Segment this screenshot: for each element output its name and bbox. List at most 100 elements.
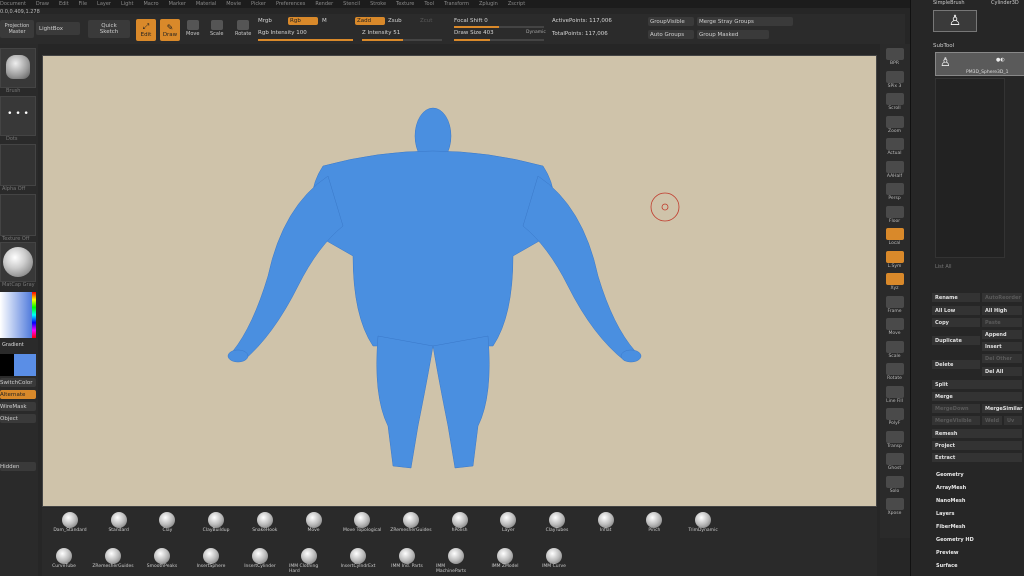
shelf-ghost[interactable]: Ghost <box>883 453 906 471</box>
brush-dam-standard[interactable]: Dam_Standard <box>50 512 90 533</box>
z-intensity-slider[interactable] <box>362 39 442 41</box>
zadd-toggle[interactable]: Zadd <box>355 17 385 25</box>
menu-item-render[interactable]: Render <box>315 1 333 7</box>
gradient-toggle[interactable]: Gradient <box>2 342 24 348</box>
shelf-solo[interactable]: Solo <box>883 475 906 494</box>
section-surface[interactable]: Surface <box>936 563 958 569</box>
brush-insertcylndrext[interactable]: InsertCylndrExt <box>338 548 378 569</box>
group-masked-button[interactable]: Group Masked <box>697 30 769 39</box>
menu-item-file[interactable]: File <box>79 1 87 7</box>
brush-layer[interactable]: Layer <box>488 512 528 533</box>
m-toggle[interactable]: M <box>322 18 327 24</box>
shelf-local[interactable]: Local <box>883 228 906 246</box>
brush-move-topological[interactable]: Move Topological <box>342 512 382 533</box>
menu-item-edit[interactable]: Edit <box>59 1 69 7</box>
dynamic-toggle[interactable]: Dynamic <box>526 30 546 35</box>
main-color-swatch[interactable] <box>0 354 14 376</box>
object-button[interactable]: Object <box>0 414 36 423</box>
zsub-toggle[interactable]: Zsub <box>388 18 402 24</box>
menu-item-layer[interactable]: Layer <box>97 1 111 7</box>
menu-item-transform[interactable]: Transform <box>444 1 469 7</box>
brush-smoothpeaks[interactable]: SmoothPeaks <box>142 548 182 569</box>
wiremask-button[interactable]: WireMask <box>0 402 36 411</box>
merge-similar-button[interactable]: MergeSimilar <box>982 404 1023 413</box>
shelf-polyf[interactable]: PolyF <box>883 408 906 426</box>
simple-brush-tool[interactable]: SimpleBrush <box>933 0 965 6</box>
merge-stray-groups-button[interactable]: Merge Stray Groups <box>697 17 793 26</box>
alpha-slot[interactable] <box>0 144 36 186</box>
shelf-l-sym[interactable]: L.Sym <box>883 250 906 269</box>
stroke-slot[interactable]: • • • <box>0 96 36 136</box>
brush-pinch[interactable]: Pinch <box>634 512 674 533</box>
projection-master-button[interactable]: Projection Master <box>0 20 34 38</box>
switch-color-button[interactable]: SwitchColor <box>0 378 36 387</box>
visibility-icon[interactable]: ●◐ <box>996 57 1005 63</box>
merge-visible-button[interactable]: MergeVisible <box>932 416 980 425</box>
rotate-button[interactable]: Rotate <box>235 20 251 37</box>
paste-button[interactable]: Paste <box>982 318 1022 327</box>
del-other-button[interactable]: Del Other <box>982 354 1022 363</box>
brush-move[interactable]: Move <box>294 512 334 533</box>
shelf-floor[interactable]: Floor <box>883 205 906 224</box>
menu-item-texture[interactable]: Texture <box>396 1 414 7</box>
viewport-canvas[interactable] <box>42 55 877 507</box>
section-arraymesh[interactable]: ArrayMesh <box>936 485 966 491</box>
all-low-button[interactable]: All Low <box>932 306 980 315</box>
shelf-rotate[interactable]: Rotate <box>883 363 906 381</box>
move-button[interactable]: Move <box>186 20 199 37</box>
brush-imm-curve[interactable]: IMM Curve <box>534 548 574 569</box>
alternate-button[interactable]: Alternate <box>0 390 36 399</box>
brush-imm-ind-parts[interactable]: IMM Ind. Parts <box>387 548 427 569</box>
draw-size-slider[interactable] <box>454 39 544 41</box>
shelf-actual[interactable]: Actual <box>883 138 906 156</box>
remesh-button[interactable]: Remesh <box>932 429 1022 438</box>
hue-strip[interactable] <box>32 292 36 338</box>
autoreorder-button[interactable]: AutoReorder <box>982 293 1022 302</box>
section-geometry[interactable]: Geometry <box>936 472 964 478</box>
brush-imm-machineparts[interactable]: IMM MachineParts <box>436 548 476 574</box>
shelf-xyz[interactable]: Xyz <box>883 273 906 291</box>
append-button[interactable]: Append <box>982 330 1022 339</box>
shelf-zoom[interactable]: Zoom <box>883 115 906 134</box>
draw-button[interactable]: ✎ Draw <box>160 19 180 41</box>
focal-shift-slider[interactable] <box>454 26 544 28</box>
section-geometry-hd[interactable]: Geometry HD <box>936 537 974 543</box>
menu-item-movie[interactable]: Movie <box>226 1 241 7</box>
menu-item-light[interactable]: Light <box>121 1 133 7</box>
menu-item-picker[interactable]: Picker <box>251 1 266 7</box>
brush-zremesherguides[interactable]: ZRemesherGuides <box>390 512 432 533</box>
edit-button[interactable]: ⤢ Edit <box>136 19 156 41</box>
shelf-transp[interactable]: Transp <box>883 430 906 449</box>
zcut-toggle[interactable]: Zcut <box>420 18 432 24</box>
section-layers[interactable]: Layers <box>936 511 955 517</box>
rename-button[interactable]: Rename <box>932 293 980 302</box>
section-preview[interactable]: Preview <box>936 550 959 556</box>
hidden-button[interactable]: Hidden <box>0 462 36 471</box>
merge-down-button[interactable]: MergeDown <box>932 404 980 413</box>
brush-imm-zmodel[interactable]: IMM ZModel <box>485 548 525 569</box>
brush-clay[interactable]: Clay <box>147 512 187 533</box>
brush-curvetube[interactable]: CurveTube <box>44 548 84 569</box>
subtool-header[interactable]: SubTool <box>933 43 954 49</box>
shelf-aahalf[interactable]: AAHalf <box>883 160 906 179</box>
color-picker[interactable] <box>0 292 36 338</box>
brush-trimdynamic[interactable]: TrimDynamic <box>683 512 723 533</box>
lightbox-button[interactable]: LightBox <box>36 22 80 35</box>
scale-button[interactable]: Scale <box>210 20 223 37</box>
menu-item-stroke[interactable]: Stroke <box>370 1 386 7</box>
shelf-move[interactable]: Move <box>883 318 906 336</box>
rgb-intensity-slider[interactable] <box>258 39 353 41</box>
menu-item-preferences[interactable]: Preferences <box>276 1 305 7</box>
weld-button[interactable]: Weld <box>982 416 1002 425</box>
copy-button[interactable]: Copy <box>932 318 980 327</box>
brush-inflat[interactable]: Inflat <box>586 512 626 533</box>
shelf-xpose[interactable]: Xpose <box>883 498 906 516</box>
menu-item-stencil[interactable]: Stencil <box>343 1 360 7</box>
extract-button[interactable]: Extract <box>932 453 1022 462</box>
subtool-active[interactable]: ♙ ●◐ PM3D_Sphere3D_1 <box>935 52 1024 76</box>
auto-groups-button[interactable]: Auto Groups <box>648 30 694 39</box>
duplicate-button[interactable]: Duplicate <box>932 336 980 345</box>
list-all-button[interactable]: List All <box>935 264 952 270</box>
menu-item-document[interactable]: Document <box>0 1 26 7</box>
quick-sketch-button[interactable]: Quick Sketch <box>88 20 130 38</box>
